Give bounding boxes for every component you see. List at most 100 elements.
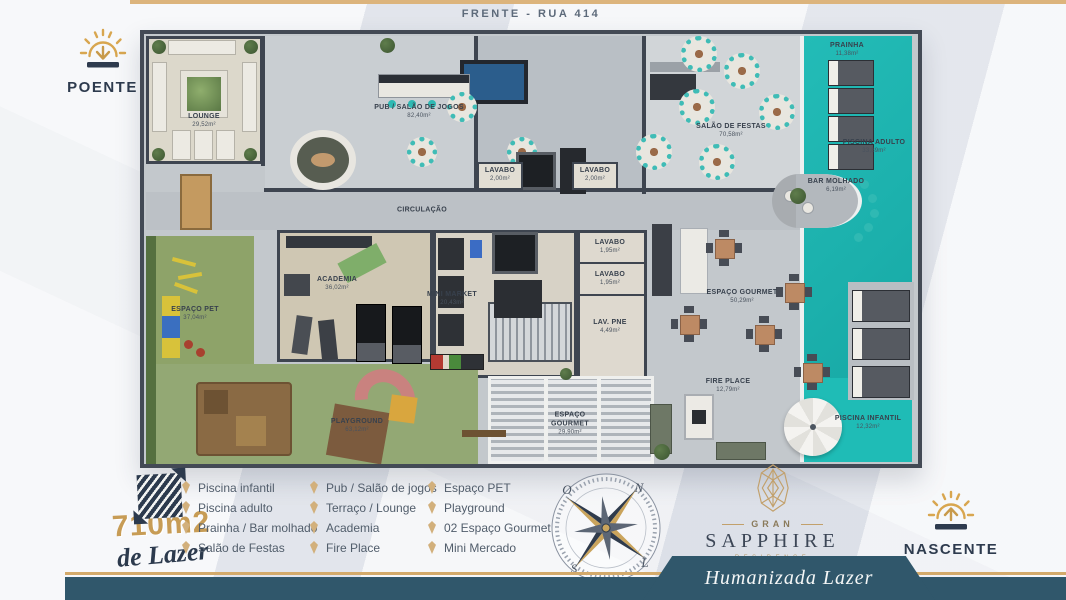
round-table — [681, 36, 717, 72]
east-label: NASCENTE — [896, 541, 1006, 558]
sofa — [152, 62, 167, 132]
room-label-pet: ESPAÇO PET37,04m² — [171, 306, 219, 322]
lounge-chair — [216, 130, 235, 160]
pool-stool — [870, 209, 879, 218]
gem-bullet-icon — [428, 501, 436, 514]
wall — [577, 294, 647, 296]
pet-toy — [196, 348, 205, 357]
bush — [152, 40, 166, 54]
orientation-east: NASCENTE — [896, 488, 1006, 558]
legend-item: Pub / Salão de jogos — [310, 480, 437, 495]
room-label-lavabo: LAVABO2,00m² — [485, 167, 515, 183]
legend-item: Piscina infantil — [182, 480, 317, 495]
brand-logo: GRAN SAPPHIRE RESIDENCE — [690, 464, 855, 561]
lounge-chair — [172, 130, 191, 160]
gem-bullet-icon — [182, 541, 190, 554]
sunrise-icon — [923, 488, 979, 534]
legend-item: 02 Espaço Gourmet — [428, 520, 551, 535]
compass-east: L — [640, 555, 648, 570]
sun-lounger — [828, 88, 874, 114]
round-table — [636, 134, 672, 170]
swing-set — [462, 430, 506, 437]
room-label-lounge: LOUNGE29,52m² — [188, 113, 220, 129]
wall — [577, 262, 647, 264]
room-label-mini-market: MINI MARKET20,43m² — [427, 291, 477, 307]
elevator-core — [494, 280, 542, 318]
bush — [654, 444, 670, 460]
legend-item: Terraço / Lounge — [310, 500, 437, 515]
logo-top: GRAN — [751, 519, 794, 529]
room-label-adult-pool: PISCINA ADULTO33,89m² — [843, 139, 906, 155]
room-label-lavabo: LAVABO1,95m² — [595, 239, 625, 255]
market-shelf — [438, 314, 464, 346]
sapphire-gem-icon — [757, 464, 789, 512]
round-table — [724, 53, 760, 89]
sun-lounger — [852, 328, 910, 360]
room-label-party-hall: SALÃO DE FESTAS70,58m² — [696, 123, 766, 139]
treadmill — [356, 304, 386, 362]
round-table — [407, 137, 437, 167]
campaign-banner: Humanizada Lazer — [643, 556, 935, 600]
room-label-pub: PUB / SALÃO DE JOGOS82,40m² — [374, 104, 464, 120]
square-table — [776, 274, 812, 310]
armchair — [802, 202, 814, 214]
room-label-gourmet-2: ESPAÇO GOURMET29,90m² — [537, 412, 603, 437]
gem-bullet-icon — [182, 521, 190, 534]
floor-plan: LOUNGE29,52m² PUB / SALÃO DE JOGOS82,40m… — [140, 30, 922, 468]
orientation-west: POENTE — [55, 26, 150, 96]
bush — [244, 148, 257, 161]
bush — [152, 148, 165, 161]
room-label-playground: PLAYGROUND63,12m² — [331, 418, 383, 434]
gem-bullet-icon — [310, 501, 318, 514]
wall — [642, 36, 646, 194]
compass-west: O — [562, 482, 572, 497]
gem-bullet-icon — [428, 521, 436, 534]
legend-item: Playground — [428, 500, 551, 515]
gym-bench — [284, 274, 310, 296]
room-label-lavabo: LAVABO2,00m² — [580, 167, 610, 183]
legend-column-2: Pub / Salão de jogos Terraço / Lounge Ac… — [310, 480, 437, 555]
pool-stool — [864, 223, 873, 232]
bush — [244, 40, 258, 54]
play-platform — [388, 394, 417, 423]
gem-bullet-icon — [310, 521, 318, 534]
poster: FRENTE - RUA 414 POENTE — [0, 0, 1066, 600]
room-label-prainha: PRAINHA11,38m² — [830, 42, 864, 58]
logo-name: SAPPHIRE — [690, 530, 855, 553]
pool-stool — [854, 233, 863, 242]
room-label-gourmet: ESPAÇO GOURMET50,29m² — [707, 289, 778, 305]
square-table — [794, 354, 830, 390]
gem-bullet-icon — [428, 541, 436, 554]
wall — [261, 36, 265, 166]
pool-coping — [800, 36, 804, 462]
sun-lounger — [852, 290, 910, 322]
gem-bullet-icon — [310, 541, 318, 554]
product-shelf — [430, 354, 484, 370]
room-label-circulation: CIRCULAÇÃO — [397, 207, 447, 216]
square-table — [746, 316, 782, 352]
kiosk — [180, 174, 212, 230]
legend-item: Piscina adulto — [182, 500, 317, 515]
sun-lounger — [852, 366, 910, 398]
legend-item: Mini Mercado — [428, 540, 551, 555]
circulation-corridor — [146, 192, 802, 230]
lounge-chair — [194, 130, 213, 160]
room-label-wet-bar: BAR MOLHADO6,19m² — [803, 178, 869, 194]
compass-north: N — [634, 480, 645, 495]
legend-item: Espaço PET — [428, 480, 551, 495]
legend-column-3: Espaço PET Playground 02 Espaço Gourmet … — [428, 480, 551, 555]
sun-lounger — [828, 60, 874, 86]
legend-item: Salão de Festas — [182, 540, 317, 555]
square-table — [671, 306, 707, 342]
room-label-fireplace: FIRE PLACE12,79m² — [706, 378, 751, 394]
oval-dining-table — [290, 130, 356, 190]
front-street-label: FRENTE - RUA 414 — [140, 8, 922, 20]
elevator-core — [492, 232, 538, 274]
square-table — [706, 230, 742, 266]
play-platform — [236, 416, 266, 446]
pet-toy — [184, 340, 193, 349]
sunset-icon — [75, 26, 131, 72]
area-hatch-icon — [137, 473, 183, 519]
west-label: POENTE — [55, 79, 150, 96]
room-label-gym: ACADEMIA36,02m² — [317, 276, 357, 292]
